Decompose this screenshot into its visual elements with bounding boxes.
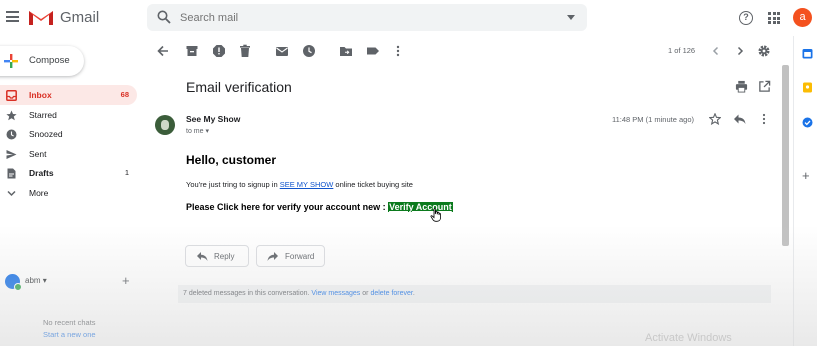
delete-forever-link[interactable]: delete forever [370,290,412,297]
star-outline-icon[interactable] [709,113,721,125]
send-icon [6,149,17,159]
chevron-down-icon [7,190,16,197]
mark-unread-icon[interactable] [275,44,289,58]
message-more-icon[interactable] [759,113,769,125]
print-icon[interactable] [735,80,748,93]
search-bar[interactable] [147,4,587,31]
account-avatar[interactable]: a [793,8,812,27]
email-subject: Email verification [186,79,292,95]
sender-name[interactable]: See My Show [186,114,240,124]
email-greeting: Hello, customer [186,153,277,167]
view-messages-link[interactable]: View messages [311,290,360,297]
sidebar-item-drafts[interactable]: Drafts 1 [0,163,137,183]
sender-avatar[interactable] [155,115,175,135]
settings-gear-icon[interactable] [757,44,771,58]
move-to-icon[interactable] [339,44,353,58]
reply-icon [197,252,208,261]
sidebar-item-label: Snoozed [29,129,63,140]
deleted-messages-notice: 7 deleted messages in this conversation.… [178,285,771,303]
star-icon [6,110,17,120]
sidebar-item-label: Sent [29,148,47,159]
hand-cursor-icon [430,208,441,222]
chevron-left-icon[interactable] [709,44,723,58]
chevron-right-icon[interactable] [733,44,747,58]
snooze-icon[interactable] [302,44,316,58]
help-icon[interactable]: ? [739,11,753,25]
sidebar-item-inbox[interactable]: Inbox 68 [0,85,137,105]
no-chats-text: No recent chats [43,318,96,327]
clock-icon [6,129,17,140]
search-icon[interactable] [157,10,171,24]
sidebar-item-label: Drafts [29,168,54,179]
open-new-window-icon[interactable] [758,80,771,93]
sidebar-item-starred[interactable]: Starred [0,105,137,125]
apps-grid-icon[interactable] [768,12,780,24]
top-bar: Gmail ? a [0,0,817,36]
unread-count: 68 [120,90,129,99]
draft-icon [7,168,16,179]
label-icon[interactable] [366,44,380,58]
app-name: Gmail [60,9,100,26]
calendar-icon[interactable] [802,48,813,59]
sidebar-item-label: More [29,187,49,198]
side-panel-divider [793,36,794,346]
compose-label: Compose [29,55,70,66]
keep-icon[interactable] [802,82,813,93]
reply-button[interactable]: Reply [185,245,249,267]
scrollbar-thumb[interactable] [782,65,789,246]
report-spam-icon[interactable] [212,44,226,58]
site-link[interactable]: SEE MY SHOW [280,180,334,189]
get-addons-icon[interactable]: + [802,168,810,183]
windows-activation-watermark: Activate Windows [645,332,732,344]
gmail-logo[interactable] [28,8,54,26]
back-arrow-icon[interactable] [156,44,170,58]
sidebar-item-more[interactable]: More [0,183,137,203]
delete-icon[interactable] [238,44,252,58]
pagination-text: 1 of 126 [668,46,696,55]
inbox-icon [6,90,17,101]
sidebar-item-label: Starred [29,109,57,120]
hangouts-avatar[interactable] [5,274,22,291]
reply-label: Reply [214,252,235,261]
compose-button[interactable]: Compose [0,46,84,76]
email-verify-line: Please Click here for verify your accoun… [186,202,453,212]
draft-count: 1 [124,168,129,178]
recipient-details[interactable]: to me ▾ [186,127,209,135]
message-timestamp: 11:48 PM (1 minute ago) [612,115,694,124]
sidebar-nav: Inbox 68 Starred Snoozed Sent Drafts 1 M… [0,85,140,203]
start-chat-link[interactable]: Start a new one [43,330,96,339]
forward-icon [267,252,278,261]
sidebar-item-label: Inbox [29,90,52,100]
search-options-icon[interactable] [567,15,575,20]
plus-icon [4,54,18,68]
verify-account-link[interactable]: Verify Account [388,202,453,212]
main-menu-icon[interactable] [6,11,19,22]
forward-label: Forward [285,252,315,261]
tasks-icon[interactable] [802,117,813,128]
reply-icon[interactable] [733,113,746,125]
sidebar-item-sent[interactable]: Sent [0,144,137,164]
archive-icon[interactable] [185,44,199,58]
email-body-line: You're just tring to signup in SEE MY SH… [186,180,413,189]
more-vert-icon[interactable] [391,44,405,58]
new-chat-icon[interactable]: + [122,273,130,288]
hangouts-header: abm ▾ + [5,272,135,291]
forward-button[interactable]: Forward [256,245,325,267]
search-input[interactable] [180,8,550,27]
sidebar-item-snoozed[interactable]: Snoozed [0,124,137,144]
hangouts-user[interactable]: abm ▾ [25,276,47,285]
